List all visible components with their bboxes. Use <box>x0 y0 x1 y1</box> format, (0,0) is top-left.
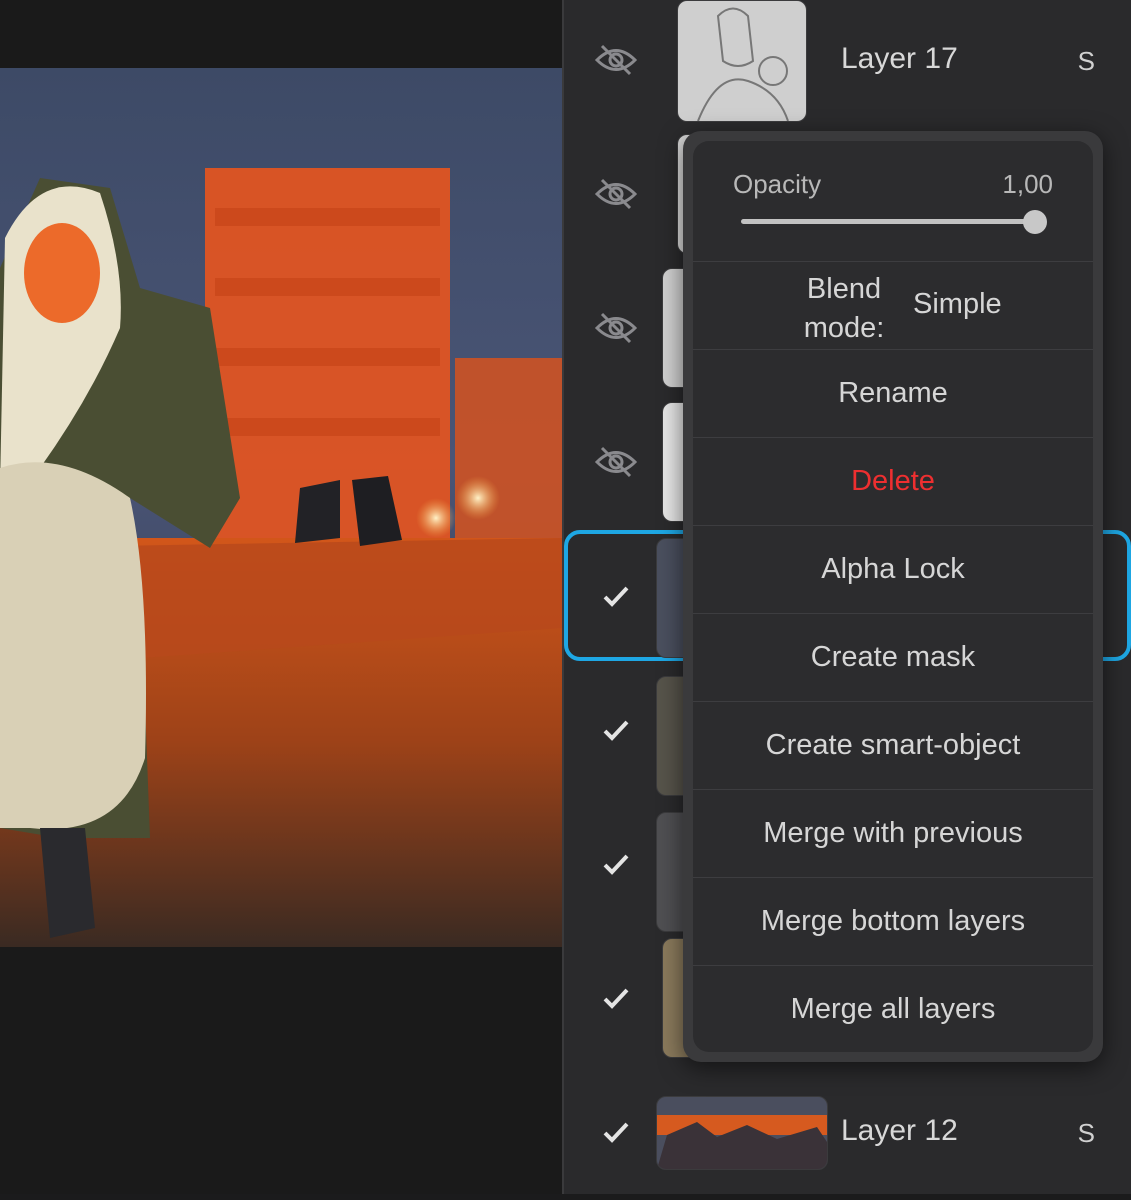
blend-mode-label: Blend mode: <box>803 273 885 344</box>
checkmark-icon <box>603 854 629 875</box>
artwork-canvas[interactable] <box>0 68 562 947</box>
layer-row[interactable]: Layer 12 S <box>564 1066 1131 1200</box>
visibility-toggle[interactable] <box>592 572 640 620</box>
blend-mode-control[interactable]: Blend mode: Simple <box>693 261 1093 349</box>
checkmark-icon <box>603 1122 629 1143</box>
artwork-illustration <box>0 68 562 947</box>
create-smart-object-button[interactable]: Create smart-object <box>693 701 1093 788</box>
create-mask-button[interactable]: Create mask <box>693 613 1093 700</box>
merge-bottom-layers-button[interactable]: Merge bottom layers <box>693 877 1093 964</box>
layer-row[interactable]: Layer 17 S <box>564 0 1131 134</box>
checkmark-icon <box>603 988 629 1009</box>
alpha-lock-button[interactable]: Alpha Lock <box>693 525 1093 612</box>
rename-button[interactable]: Rename <box>693 349 1093 436</box>
sketch-thumbnail <box>697 7 789 121</box>
blend-badge[interactable]: S <box>1078 1118 1095 1149</box>
visibility-toggle[interactable] <box>592 304 640 352</box>
layer-name: Layer 12 <box>841 1114 958 1147</box>
eye-slash-icon <box>594 312 638 344</box>
eye-slash-icon <box>594 44 638 76</box>
delete-button[interactable]: Delete <box>693 437 1093 524</box>
checkmark-icon <box>603 720 629 741</box>
merge-with-previous-button[interactable]: Merge with previous <box>693 789 1093 876</box>
visibility-toggle[interactable] <box>592 840 640 888</box>
landscape-thumbnail <box>657 1097 827 1169</box>
checkmark-icon <box>603 586 629 607</box>
visibility-toggle[interactable] <box>592 36 640 84</box>
layer-name: Layer 17 <box>841 42 958 75</box>
visibility-toggle[interactable] <box>592 170 640 218</box>
layer-thumbnail <box>677 0 807 122</box>
eye-slash-icon <box>594 446 638 478</box>
layer-context-menu: Opacity 1,00 Blend mode: Simple Rename D… <box>683 131 1103 1062</box>
blend-badge[interactable]: S <box>1078 46 1095 77</box>
visibility-toggle[interactable] <box>592 1108 640 1156</box>
eye-slash-icon <box>594 178 638 210</box>
layer-context-menu-body: Opacity 1,00 Blend mode: Simple Rename D… <box>693 141 1093 1052</box>
opacity-control[interactable]: Opacity 1,00 <box>693 141 1093 261</box>
opacity-slider-track[interactable] <box>741 219 1035 224</box>
visibility-toggle[interactable] <box>592 438 640 486</box>
blend-mode-value[interactable]: Simple <box>913 288 1002 321</box>
canvas-area[interactable] <box>0 0 562 1194</box>
layer-thumbnail <box>656 1096 828 1170</box>
merge-all-layers-button[interactable]: Merge all layers <box>693 965 1093 1052</box>
opacity-label: Opacity <box>733 169 822 199</box>
visibility-toggle[interactable] <box>592 974 640 1022</box>
opacity-slider-knob[interactable] <box>1023 210 1047 234</box>
opacity-value: 1,00 <box>1002 169 1053 199</box>
visibility-toggle[interactable] <box>592 706 640 754</box>
